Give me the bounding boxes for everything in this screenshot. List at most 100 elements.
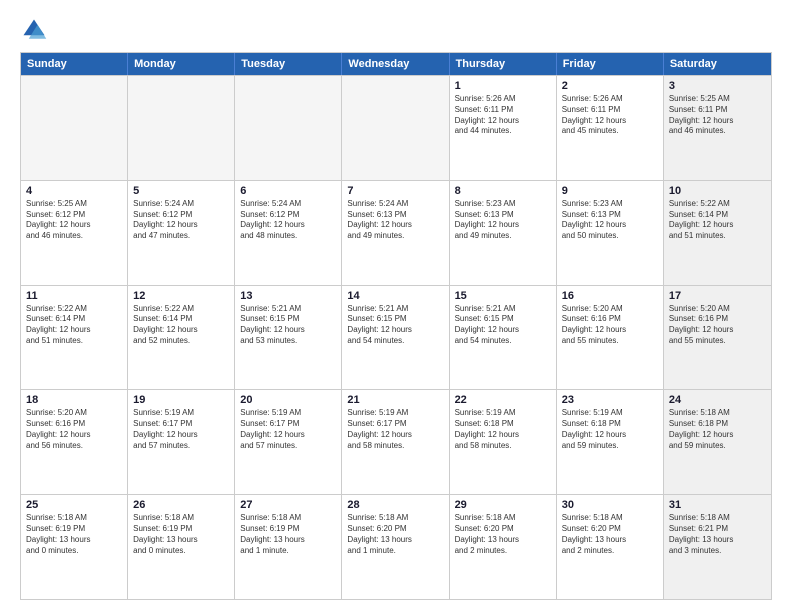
cal-header-wednesday: Wednesday [342,53,449,75]
day-number: 5 [133,185,229,197]
day-number: 12 [133,290,229,302]
day-number: 8 [455,185,551,197]
cal-cell: 6Sunrise: 5:24 AM Sunset: 6:12 PM Daylig… [235,181,342,285]
cal-week-3: 11 Sunrise: 5:22 AM Sunset: 6:14 PM Dayli… [21,285,771,390]
cal-cell: 10 Sunrise: 5:22 AM Sunset: 6:14 PM Dayli… [664,181,771,285]
cal-cell: 16 Sunrise: 5:20 AM Sunset: 6:16 PM Dayli… [557,286,664,390]
cell-info: Sunrise: 5:23 AM Sunset: 6:13 PM Dayligh… [562,199,658,242]
cal-cell: 27 Sunrise: 5:18 AM Sunset: 6:19 PM Dayli… [235,495,342,599]
cal-cell: 22 Sunrise: 5:19 AM Sunset: 6:18 PM Dayli… [450,390,557,494]
cell-info: Sunrise: 5:21 AM Sunset: 6:15 PM Dayligh… [455,304,551,347]
calendar-body: 1 Sunrise: 5:26 AM Sunset: 6:11 PM Daylig… [21,75,771,599]
calendar-header-row: SundayMondayTuesdayWednesdayThursdayFrid… [21,53,771,75]
cal-cell: 21 Sunrise: 5:19 AM Sunset: 6:17 PM Dayli… [342,390,449,494]
cell-info: Sunrise: 5:18 AM Sunset: 6:19 PM Dayligh… [133,513,229,556]
day-number: 30 [562,499,658,511]
cal-cell [21,76,128,180]
cal-cell: 18 Sunrise: 5:20 AM Sunset: 6:16 PM Dayli… [21,390,128,494]
cal-cell: 12Sunrise: 5:22 AM Sunset: 6:14 PM Dayli… [128,286,235,390]
day-number: 3 [669,80,766,92]
cal-cell: 25 Sunrise: 5:18 AM Sunset: 6:19 PM Dayli… [21,495,128,599]
cal-cell: 7Sunrise: 5:24 AM Sunset: 6:13 PM Daylig… [342,181,449,285]
cell-info: Sunrise: 5:24 AM Sunset: 6:13 PM Dayligh… [347,199,443,242]
day-number: 1 [455,80,551,92]
cell-info: Sunrise: 5:18 AM Sunset: 6:20 PM Dayligh… [347,513,443,556]
day-number: 29 [455,499,551,511]
cell-info: Sunrise: 5:20 AM Sunset: 6:16 PM Dayligh… [562,304,658,347]
day-number: 26 [133,499,229,511]
day-number: 11 [26,290,122,302]
cell-info: Sunrise: 5:26 AM Sunset: 6:11 PM Dayligh… [562,94,658,137]
cell-info: Sunrise: 5:20 AM Sunset: 6:16 PM Dayligh… [669,304,766,347]
day-number: 18 [26,394,122,406]
cal-cell: 30 Sunrise: 5:18 AM Sunset: 6:20 PM Dayli… [557,495,664,599]
day-number: 14 [347,290,443,302]
cal-week-2: 4 Sunrise: 5:25 AM Sunset: 6:12 PM Daylig… [21,180,771,285]
cell-info: Sunrise: 5:19 AM Sunset: 6:17 PM Dayligh… [347,408,443,451]
cell-info: Sunrise: 5:18 AM Sunset: 6:20 PM Dayligh… [455,513,551,556]
day-number: 20 [240,394,336,406]
cal-cell: 8 Sunrise: 5:23 AM Sunset: 6:13 PM Daylig… [450,181,557,285]
cal-cell: 4 Sunrise: 5:25 AM Sunset: 6:12 PM Daylig… [21,181,128,285]
cal-cell: 17Sunrise: 5:20 AM Sunset: 6:16 PM Dayli… [664,286,771,390]
cell-info: Sunrise: 5:25 AM Sunset: 6:11 PM Dayligh… [669,94,766,137]
cell-info: Sunrise: 5:18 AM Sunset: 6:19 PM Dayligh… [240,513,336,556]
cal-cell: 31Sunrise: 5:18 AM Sunset: 6:21 PM Dayli… [664,495,771,599]
cal-cell: 11 Sunrise: 5:22 AM Sunset: 6:14 PM Dayli… [21,286,128,390]
logo [20,16,52,44]
cal-week-1: 1 Sunrise: 5:26 AM Sunset: 6:11 PM Daylig… [21,75,771,180]
cal-cell: 13Sunrise: 5:21 AM Sunset: 6:15 PM Dayli… [235,286,342,390]
cell-info: Sunrise: 5:23 AM Sunset: 6:13 PM Dayligh… [455,199,551,242]
header [20,16,772,44]
cal-cell: 28Sunrise: 5:18 AM Sunset: 6:20 PM Dayli… [342,495,449,599]
cell-info: Sunrise: 5:22 AM Sunset: 6:14 PM Dayligh… [26,304,122,347]
cal-cell: 29 Sunrise: 5:18 AM Sunset: 6:20 PM Dayli… [450,495,557,599]
day-number: 6 [240,185,336,197]
day-number: 24 [669,394,766,406]
cal-cell: 26 Sunrise: 5:18 AM Sunset: 6:19 PM Dayli… [128,495,235,599]
cell-info: Sunrise: 5:18 AM Sunset: 6:19 PM Dayligh… [26,513,122,556]
cell-info: Sunrise: 5:22 AM Sunset: 6:14 PM Dayligh… [669,199,766,242]
day-number: 15 [455,290,551,302]
day-number: 2 [562,80,658,92]
cell-info: Sunrise: 5:18 AM Sunset: 6:18 PM Dayligh… [669,408,766,451]
cal-cell: 19Sunrise: 5:19 AM Sunset: 6:17 PM Dayli… [128,390,235,494]
cell-info: Sunrise: 5:19 AM Sunset: 6:17 PM Dayligh… [240,408,336,451]
cal-cell [235,76,342,180]
day-number: 10 [669,185,766,197]
cell-info: Sunrise: 5:20 AM Sunset: 6:16 PM Dayligh… [26,408,122,451]
cal-cell: 20 Sunrise: 5:19 AM Sunset: 6:17 PM Dayli… [235,390,342,494]
day-number: 23 [562,394,658,406]
cal-cell: 14Sunrise: 5:21 AM Sunset: 6:15 PM Dayli… [342,286,449,390]
cell-info: Sunrise: 5:18 AM Sunset: 6:20 PM Dayligh… [562,513,658,556]
cell-info: Sunrise: 5:19 AM Sunset: 6:17 PM Dayligh… [133,408,229,451]
cal-header-sunday: Sunday [21,53,128,75]
cal-week-4: 18 Sunrise: 5:20 AM Sunset: 6:16 PM Dayli… [21,389,771,494]
cal-header-saturday: Saturday [664,53,771,75]
day-number: 4 [26,185,122,197]
cal-cell: 2 Sunrise: 5:26 AM Sunset: 6:11 PM Daylig… [557,76,664,180]
day-number: 22 [455,394,551,406]
cal-header-friday: Friday [557,53,664,75]
cell-info: Sunrise: 5:21 AM Sunset: 6:15 PM Dayligh… [240,304,336,347]
cell-info: Sunrise: 5:26 AM Sunset: 6:11 PM Dayligh… [455,94,551,137]
logo-icon [20,16,48,44]
day-number: 16 [562,290,658,302]
day-number: 21 [347,394,443,406]
day-number: 31 [669,499,766,511]
cal-header-thursday: Thursday [450,53,557,75]
cal-cell: 1 Sunrise: 5:26 AM Sunset: 6:11 PM Daylig… [450,76,557,180]
cal-header-monday: Monday [128,53,235,75]
cal-week-5: 25 Sunrise: 5:18 AM Sunset: 6:19 PM Dayli… [21,494,771,599]
cal-cell [128,76,235,180]
cal-cell: 9Sunrise: 5:23 AM Sunset: 6:13 PM Daylig… [557,181,664,285]
cell-info: Sunrise: 5:19 AM Sunset: 6:18 PM Dayligh… [455,408,551,451]
calendar: SundayMondayTuesdayWednesdayThursdayFrid… [20,52,772,600]
day-number: 27 [240,499,336,511]
cal-cell: 23 Sunrise: 5:19 AM Sunset: 6:18 PM Dayli… [557,390,664,494]
cal-cell: 24 Sunrise: 5:18 AM Sunset: 6:18 PM Dayli… [664,390,771,494]
cell-info: Sunrise: 5:19 AM Sunset: 6:18 PM Dayligh… [562,408,658,451]
day-number: 25 [26,499,122,511]
page: SundayMondayTuesdayWednesdayThursdayFrid… [0,0,792,612]
cell-info: Sunrise: 5:25 AM Sunset: 6:12 PM Dayligh… [26,199,122,242]
